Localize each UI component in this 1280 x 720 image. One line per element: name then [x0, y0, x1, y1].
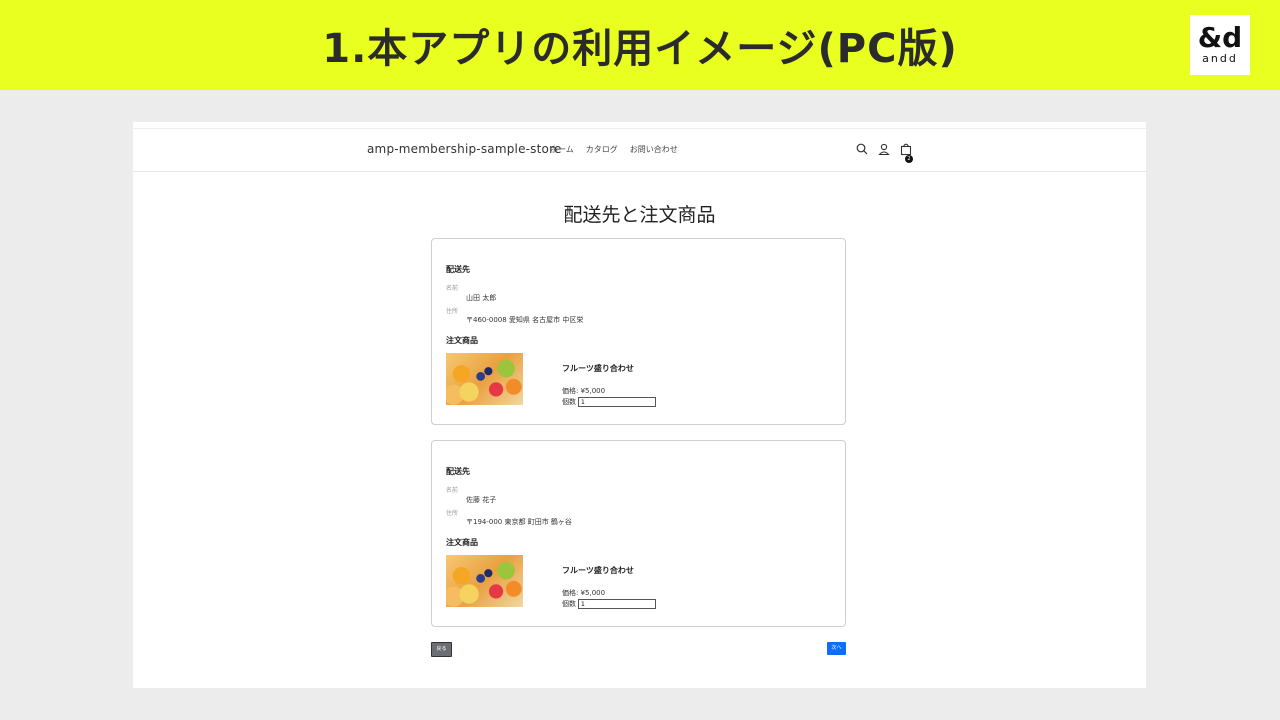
order-card: 配送先 名前 山田 太郎 住所 〒460-0008 愛知県 名古屋市 中区栄 注…	[431, 238, 846, 425]
banner-title: 1.本アプリの利用イメージ(PC版)	[322, 26, 958, 72]
recipient-name: 山田 太郎	[466, 294, 497, 302]
product-name: フルーツ盛り合わせ	[562, 566, 634, 575]
search-icon[interactable]	[855, 142, 869, 156]
fruit-platter-image	[446, 555, 523, 607]
cart-count-badge: 2	[905, 155, 913, 163]
recipient-address: 〒460-0008 愛知県 名古屋市 中区栄	[466, 316, 584, 324]
store-name-link[interactable]: amp-membership-sample-store	[367, 142, 562, 156]
shipping-heading: 配送先	[446, 467, 470, 476]
quantity-input[interactable]	[578, 599, 656, 609]
nav-contact[interactable]: お問い合わせ	[630, 144, 678, 155]
order-card: 配送先 名前 佐藤 花子 住所 〒194-000 東京都 町田市 鶴ヶ谷 注文商…	[431, 440, 846, 627]
items-heading: 注文商品	[446, 538, 478, 547]
nav-home[interactable]: ホーム	[550, 144, 574, 155]
andd-logo: &d andd	[1190, 15, 1250, 75]
logo-text: andd	[1202, 52, 1238, 65]
page-title: 配送先と注文商品	[563, 204, 716, 226]
recipient-address: 〒194-000 東京都 町田市 鶴ヶ谷	[466, 518, 572, 526]
quantity-row: 個数	[562, 599, 656, 609]
nav-catalog[interactable]: カタログ	[586, 144, 618, 155]
store-header: amp-membership-sample-store ホーム カタログ お問い…	[133, 128, 1146, 172]
store-page: amp-membership-sample-store ホーム カタログ お問い…	[133, 122, 1146, 688]
name-label: 名前	[446, 285, 459, 292]
product-name: フルーツ盛り合わせ	[562, 364, 634, 373]
back-button[interactable]: 戻る	[431, 642, 452, 657]
quantity-label: 個数	[562, 398, 576, 406]
quantity-label: 個数	[562, 600, 576, 608]
quantity-row: 個数	[562, 397, 656, 407]
items-heading: 注文商品	[446, 336, 478, 345]
next-button[interactable]: 次へ	[827, 642, 846, 655]
address-label: 住所	[446, 308, 459, 315]
name-label: 名前	[446, 487, 459, 494]
main-nav: ホーム カタログ お問い合わせ	[550, 144, 678, 155]
cart-icon[interactable]	[899, 142, 913, 156]
logo-mark: &d	[1197, 21, 1243, 54]
recipient-name: 佐藤 花子	[466, 496, 497, 504]
quantity-input[interactable]	[578, 397, 656, 407]
product-price: 価格: ¥5,000	[562, 589, 606, 597]
address-label: 住所	[446, 510, 459, 517]
shipping-heading: 配送先	[446, 265, 470, 274]
product-price: 価格: ¥5,000	[562, 387, 606, 395]
fruit-platter-image	[446, 353, 523, 405]
user-icon[interactable]	[877, 142, 891, 156]
